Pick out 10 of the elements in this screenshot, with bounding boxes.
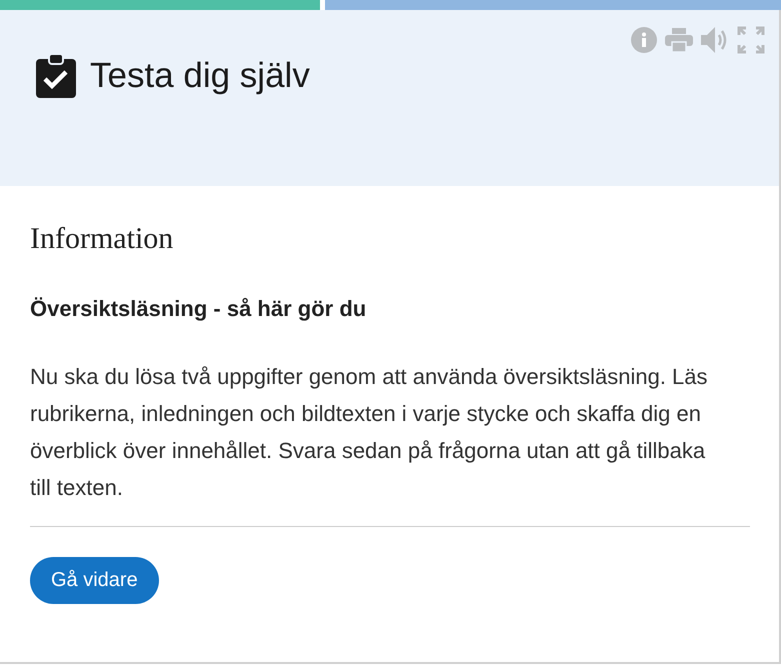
continue-button[interactable]: Gå vidare [30,557,159,604]
instruction-text: Nu ska du lösa två uppgifter genom att använda översiktsläsning. Läs rubrikerna, inledningen och bildtexten i varje stycke och skaffa dig en överblick över innehållet. Svara sedan på frågorna utan att gå tillbaka till texten. [30,363,709,502]
section-heading: Information [30,222,174,256]
fullscreen-icon[interactable] [737,26,765,54]
page-title: Testa dig själv [90,56,310,96]
clipboard-check-icon [36,54,76,98]
section-subheading: Översiktsläsning - så här gör du [30,296,368,322]
info-icon[interactable] [631,27,657,53]
speaker-icon[interactable] [701,27,729,53]
print-icon[interactable] [665,28,693,52]
